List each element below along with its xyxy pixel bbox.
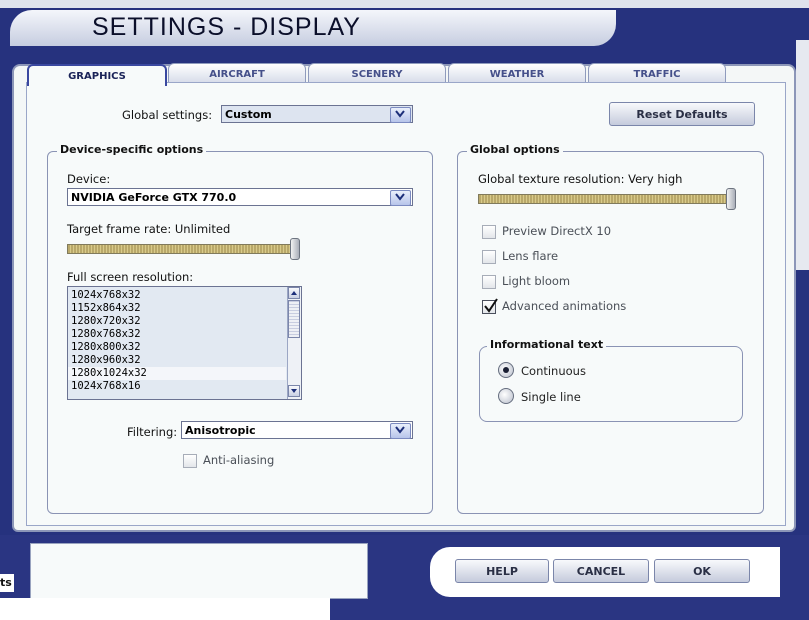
chevron-down-icon[interactable] (390, 190, 411, 206)
single-line-label: Single line (521, 390, 581, 404)
tab-scenery[interactable]: SCENERY (308, 63, 446, 84)
cancel-button[interactable]: CANCEL (553, 559, 649, 583)
resolution-list-item[interactable]: 1280x768x32 (68, 328, 286, 341)
scroll-thumb[interactable] (288, 300, 300, 338)
global-settings-label: Global settings: (122, 108, 213, 122)
filtering-value: Anisotropic (185, 424, 256, 437)
anti-aliasing-checkbox[interactable] (183, 454, 197, 468)
resolution-list-item[interactable]: 1280x800x32 (68, 341, 286, 354)
scroll-up-button[interactable] (288, 287, 300, 299)
top-strip (0, 0, 809, 8)
informational-text-group (479, 346, 743, 422)
background-strip (0, 598, 330, 620)
resolution-list-item[interactable]: 1280x720x32 (68, 315, 286, 328)
anti-aliasing-label: Anti-aliasing (203, 453, 275, 467)
lens-flare-label: Lens flare (502, 249, 559, 263)
bottom-left-panel (30, 543, 368, 599)
light-bloom-checkbox[interactable] (482, 275, 496, 289)
resolution-scrollbar[interactable] (287, 287, 301, 399)
tab-aircraft[interactable]: AIRCRAFT (168, 63, 306, 84)
tab-weather[interactable]: WEATHER (448, 63, 586, 84)
device-options-title: Device-specific options (57, 143, 207, 156)
chevron-down-icon[interactable] (390, 423, 411, 439)
reset-defaults-button[interactable]: Reset Defaults (609, 102, 755, 126)
frame-rate-slider[interactable] (67, 244, 299, 254)
frame-rate-label: Target frame rate: Unlimited (67, 222, 231, 236)
texture-resolution-label: Global texture resolution: Very high (478, 172, 683, 186)
tab-graphics[interactable]: GRAPHICS (27, 64, 167, 86)
device-dropdown[interactable]: NVIDIA GeForce GTX 770.0 (67, 188, 413, 206)
help-button[interactable]: HELP (455, 559, 549, 583)
resolution-list[interactable]: 1024x768x32 1152x864x32 1280x720x32 1280x76… (67, 286, 302, 400)
radio-selected-dot (503, 367, 509, 373)
light-bloom-label: Light bloom (502, 274, 571, 288)
frame-rate-slider-handle[interactable] (290, 238, 300, 260)
texture-resolution-slider-handle[interactable] (726, 188, 736, 210)
resolution-list-item[interactable]: 1024x768x32 (68, 289, 286, 302)
preview-directx10-label: Preview DirectX 10 (502, 224, 612, 238)
single-line-radio[interactable] (498, 388, 514, 404)
continuous-label: Continuous (521, 364, 586, 378)
informational-text-title: Informational text (487, 338, 607, 351)
ok-button[interactable]: OK (654, 559, 750, 583)
tab-traffic[interactable]: TRAFFIC (588, 63, 726, 84)
resolution-list-item[interactable]: 1280x960x32 (68, 354, 286, 367)
scroll-down-button[interactable] (288, 385, 300, 397)
resolution-list-item[interactable]: 1024x768x16 (68, 380, 286, 393)
global-options-title: Global options (467, 143, 563, 156)
background-window-edge (796, 40, 809, 270)
filtering-dropdown[interactable]: Anisotropic (181, 421, 413, 439)
global-options-group (457, 151, 764, 514)
filtering-label: Filtering: (127, 425, 178, 439)
device-label: Device: (67, 172, 111, 186)
window-title: SETTINGS - DISPLAY (92, 13, 361, 41)
device-value: NVIDIA GeForce GTX 770.0 (71, 191, 237, 204)
lens-flare-checkbox[interactable] (482, 250, 496, 264)
checkmark-icon (484, 298, 498, 313)
background-window-text: ts (0, 574, 14, 592)
continuous-radio[interactable] (498, 362, 514, 378)
chevron-down-icon[interactable] (390, 107, 411, 123)
resolution-label: Full screen resolution: (67, 270, 194, 284)
texture-resolution-slider[interactable] (478, 194, 735, 204)
advanced-animations-label: Advanced animations (502, 299, 627, 313)
global-settings-value: Custom (225, 108, 272, 121)
preview-directx10-checkbox[interactable] (482, 225, 496, 239)
resolution-list-item[interactable]: 1152x864x32 (68, 302, 286, 315)
advanced-animations-checkbox[interactable] (482, 298, 498, 314)
resolution-list-item[interactable]: 1280x1024x32 (68, 367, 286, 380)
global-settings-dropdown[interactable]: Custom (221, 105, 413, 123)
